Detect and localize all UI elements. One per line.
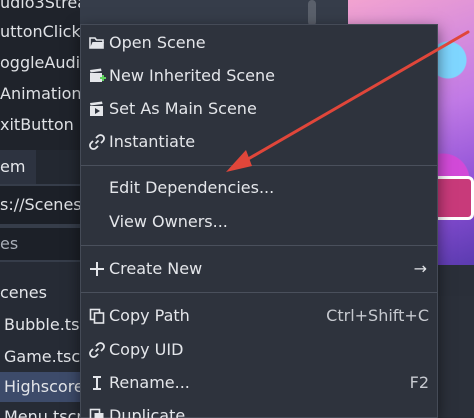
tab-bar (36, 150, 80, 184)
menu-item-copy-uid[interactable]: Copy UID (81, 334, 437, 366)
menu-item-create-new[interactable]: Create New → (81, 253, 437, 285)
menu-item-view-owners[interactable]: View Owners... (81, 206, 437, 238)
shortcut-label: F2 (409, 373, 429, 392)
menu-item-label: Open Scene (109, 33, 206, 52)
tree-node[interactable]: udio3StreamPlayer (0, 0, 80, 18)
tree-node[interactable]: oggleAudio (0, 48, 80, 78)
tree-node[interactable]: Animation (0, 79, 80, 109)
tab-filesystem[interactable]: em (0, 150, 36, 184)
scrollbar-thumb[interactable] (308, 0, 316, 26)
link-icon (88, 133, 106, 151)
menu-item-open-scene[interactable]: Open Scene (81, 27, 437, 59)
menu-item-label: Copy UID (109, 340, 184, 359)
list-item[interactable]: Menu.tscn (0, 402, 80, 418)
list-item-selected[interactable]: Highscore (0, 372, 80, 402)
menu-item-label: Set As Main Scene (109, 99, 257, 118)
plus-icon (88, 260, 106, 278)
tree-node[interactable]: uttonClick (0, 17, 80, 47)
list-item[interactable]: Bubble.tscn (0, 310, 80, 340)
menu-item-label: Duplicate (109, 406, 186, 418)
scene-tree-panel: udio3StreamPlayer uttonClick oggleAudio … (0, 0, 80, 150)
menu-item-new-inherited-scene[interactable]: New Inherited Scene (81, 60, 437, 92)
menu-item-label: Instantiate (109, 132, 196, 151)
link-icon (88, 341, 106, 359)
tree-node[interactable]: xitButton (0, 110, 80, 140)
menu-item-label: Copy Path (109, 306, 190, 325)
shortcut-label: Ctrl+Shift+C (326, 306, 429, 325)
context-menu: Open Scene New Inherited Scene Set As Ma… (80, 24, 438, 418)
clapperboard-plus-icon (88, 67, 106, 85)
menu-item-label: View Owners... (109, 212, 228, 231)
folder-open-icon (88, 34, 106, 52)
copy-icon (88, 307, 106, 325)
submenu-arrow-icon: → (413, 259, 427, 278)
text-cursor-icon (88, 374, 106, 392)
list-item[interactable]: Game.tscn (0, 342, 80, 372)
menu-separator (81, 292, 437, 293)
menu-item-rename[interactable]: Rename... F2 (81, 367, 437, 399)
menu-item-label: Create New (109, 259, 203, 278)
menu-separator (81, 165, 437, 166)
menu-item-copy-path[interactable]: Copy Path Ctrl+Shift+C (81, 300, 437, 332)
filter-input[interactable]: es (0, 228, 80, 260)
menu-item-duplicate[interactable]: Duplicate (81, 400, 437, 418)
menu-item-instantiate[interactable]: Instantiate (81, 126, 437, 158)
menu-item-label: New Inherited Scene (109, 66, 275, 85)
list-item[interactable]: cenes (0, 278, 80, 308)
menu-separator (81, 245, 437, 246)
menu-item-set-as-main-scene[interactable]: Set As Main Scene (81, 93, 437, 125)
file-list: cenes Bubble.tscn Game.tscn Highscore Me… (0, 262, 80, 418)
clapperboard-play-icon (88, 100, 106, 118)
path-field[interactable]: s://Scenes (0, 186, 80, 224)
menu-item-label: Rename... (109, 373, 190, 392)
menu-item-edit-dependencies[interactable]: Edit Dependencies... (81, 172, 437, 204)
duplicate-icon (88, 407, 106, 418)
menu-item-label: Edit Dependencies... (109, 178, 275, 197)
